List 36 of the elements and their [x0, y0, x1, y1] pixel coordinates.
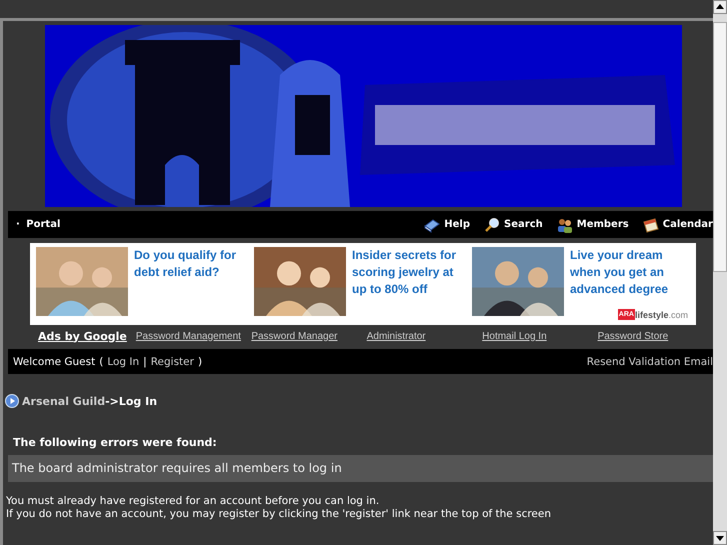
play-icon [5, 394, 19, 408]
ad-link[interactable]: Do you qualify for debt relief aid? [134, 247, 249, 281]
portal-link[interactable]: · Portal [8, 219, 60, 230]
bracket: ) [198, 356, 202, 368]
breadcrumb-current: ->Log In [105, 394, 158, 408]
nav-link[interactable]: Members [556, 216, 629, 232]
ad-link[interactable]: Password Manager [251, 330, 367, 342]
ad-link[interactable]: Live your dream when you get an advanced degree [570, 247, 685, 298]
search-icon [484, 216, 500, 232]
info-text: You must already have registered for an account before you can log in. [6, 495, 380, 508]
calendar-icon [642, 216, 659, 232]
ad-link[interactable]: Insider secrets for scoring jewelry at up to 80% off [352, 247, 467, 298]
separator: | [143, 356, 147, 368]
info-text: If you do not have an account, you may register by clicking the 'register' link near the top of the screen [6, 508, 552, 521]
nav-link[interactable]: Help [424, 216, 470, 232]
error-heading: The following errors were found: [12, 436, 218, 449]
scroll-down-button[interactable] [713, 531, 727, 545]
scroll-up-button[interactable] [713, 0, 727, 14]
scroll-thumb[interactable] [713, 22, 727, 272]
nav-link[interactable]: Calendar [642, 216, 713, 232]
people-icon [556, 216, 573, 232]
breadcrumb-link[interactable]: Arsenal Guild [22, 394, 106, 408]
nav-link[interactable]: Search [484, 216, 543, 232]
ad-link[interactable]: Administrator [366, 330, 482, 342]
error-message: The board administrator requires all members to log in [8, 455, 713, 482]
register-link[interactable]: Register [150, 356, 194, 368]
welcome-text: Welcome Guest [13, 356, 96, 368]
login-link[interactable]: Log In [107, 356, 140, 368]
ad-link[interactable]: Hotmail Log In [482, 330, 598, 342]
scrollbar[interactable] [713, 0, 727, 545]
resend-validation-link[interactable]: Resend Validation Email [586, 356, 713, 368]
ad-link[interactable]: Password Management [136, 330, 252, 342]
ad-link[interactable]: Password Store [598, 330, 713, 342]
bracket: ( [99, 356, 104, 368]
ads-by-google-link[interactable]: Ads by Google [38, 330, 127, 342]
book-icon [424, 216, 440, 232]
